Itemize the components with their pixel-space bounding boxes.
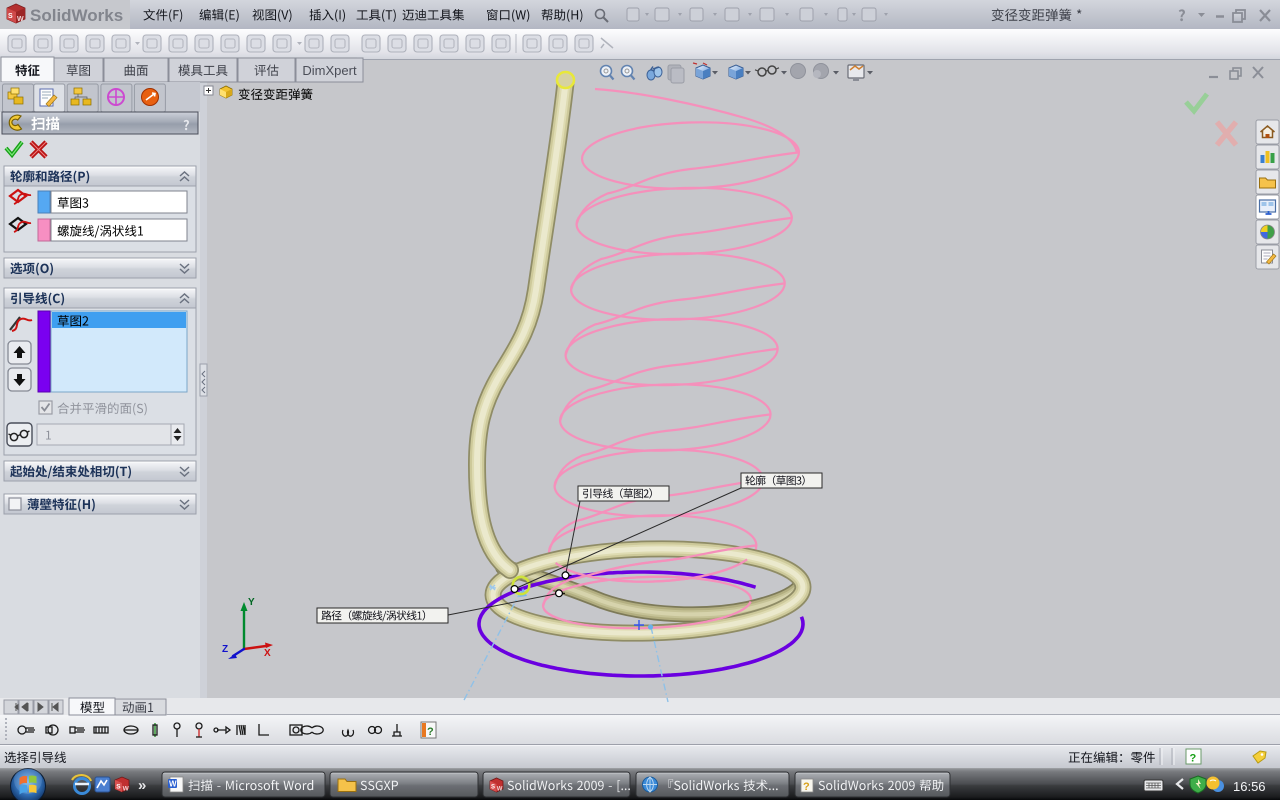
svg-text:?: ? [803, 781, 810, 793]
svg-text:X: X [264, 648, 271, 659]
svg-text:W: W [123, 786, 130, 793]
svg-text:SolidWorks: SolidWorks [30, 6, 123, 25]
svg-text:Z: Z [222, 644, 228, 655]
svg-text:W: W [169, 780, 177, 789]
svg-text:16:56: 16:56 [1233, 779, 1266, 794]
svg-text:S: S [116, 784, 121, 791]
svg-text:?: ? [427, 726, 434, 738]
svg-text:S: S [491, 785, 495, 791]
svg-text:Y: Y [248, 597, 255, 608]
svg-text:W: W [17, 16, 24, 23]
svg-text:S: S [8, 13, 13, 20]
svg-text:W: W [497, 787, 503, 793]
svg-text:»: » [138, 777, 146, 794]
svg-text:DimXpert: DimXpert [302, 63, 357, 78]
svg-text:?: ? [1190, 753, 1197, 765]
